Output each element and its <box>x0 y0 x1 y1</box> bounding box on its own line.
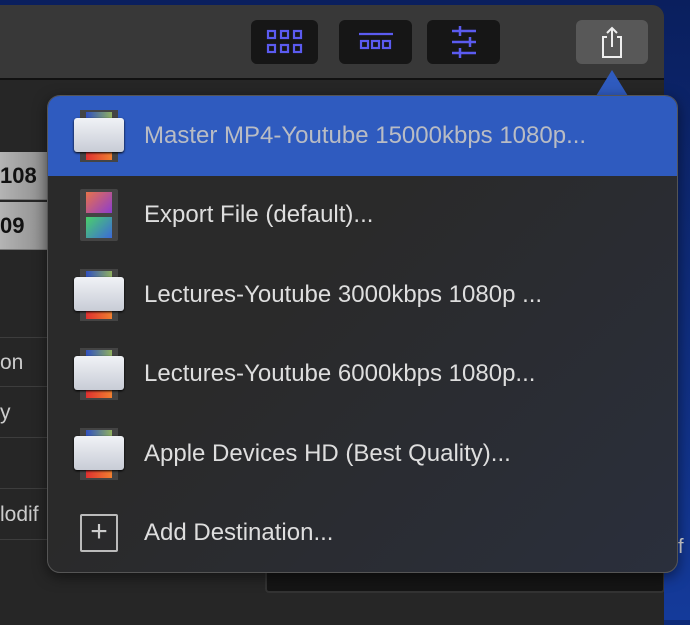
desktop-edge-text: f <box>678 536 684 558</box>
list-row[interactable]: on <box>0 337 48 387</box>
menu-item-label: Master MP4-Youtube 15000kbps 1080p... <box>144 121 587 149</box>
plus-icon: + <box>74 507 124 559</box>
menu-item-label: Export File (default)... <box>144 201 374 229</box>
menu-pointer <box>596 70 628 96</box>
share-icon <box>602 26 622 58</box>
menu-item-lectures-3000[interactable]: Lectures-Youtube 3000kbps 1080p ... <box>48 255 677 335</box>
menu-item-master-mp4[interactable]: Master MP4-Youtube 15000kbps 1080p... <box>48 96 677 176</box>
menu-item-add-destination[interactable]: + Add Destination... <box>48 494 677 573</box>
menu-item-label: Add Destination... <box>144 519 334 547</box>
list-row[interactable]: lodif <box>0 490 48 540</box>
film-icon <box>74 189 124 242</box>
share-button[interactable] <box>576 20 648 64</box>
compressor-icon <box>74 109 124 162</box>
timeline-button[interactable] <box>339 20 412 64</box>
list-row[interactable]: y <box>0 388 48 438</box>
grid-icon <box>266 29 302 54</box>
menu-item-lectures-6000[interactable]: Lectures-Youtube 6000kbps 1080p... <box>48 335 677 415</box>
gray-row[interactable]: 108 <box>0 152 48 200</box>
timeline-icon <box>358 32 393 50</box>
gray-row[interactable]: 09 <box>0 202 48 250</box>
menu-item-label: Lectures-Youtube 3000kbps 1080p ... <box>144 280 543 308</box>
left-panel: 108 09 on y lodif <box>0 82 48 622</box>
compressor-icon <box>74 268 124 321</box>
menu-item-export-file[interactable]: Export File (default)... <box>48 176 677 256</box>
menu-item-label: Lectures-Youtube 6000kbps 1080p... <box>144 360 536 388</box>
browser-button[interactable] <box>251 20 318 64</box>
inspector-button[interactable] <box>427 20 500 64</box>
compressor-icon <box>74 348 124 401</box>
compressor-icon <box>74 427 124 480</box>
menu-item-apple-devices[interactable]: Apple Devices HD (Best Quality)... <box>48 414 677 494</box>
list-row[interactable] <box>0 439 48 489</box>
share-menu: Master MP4-Youtube 15000kbps 1080p... Ex… <box>47 95 678 573</box>
menu-item-label: Apple Devices HD (Best Quality)... <box>144 439 511 467</box>
toolbar <box>0 5 664 80</box>
sliders-icon <box>451 26 476 58</box>
